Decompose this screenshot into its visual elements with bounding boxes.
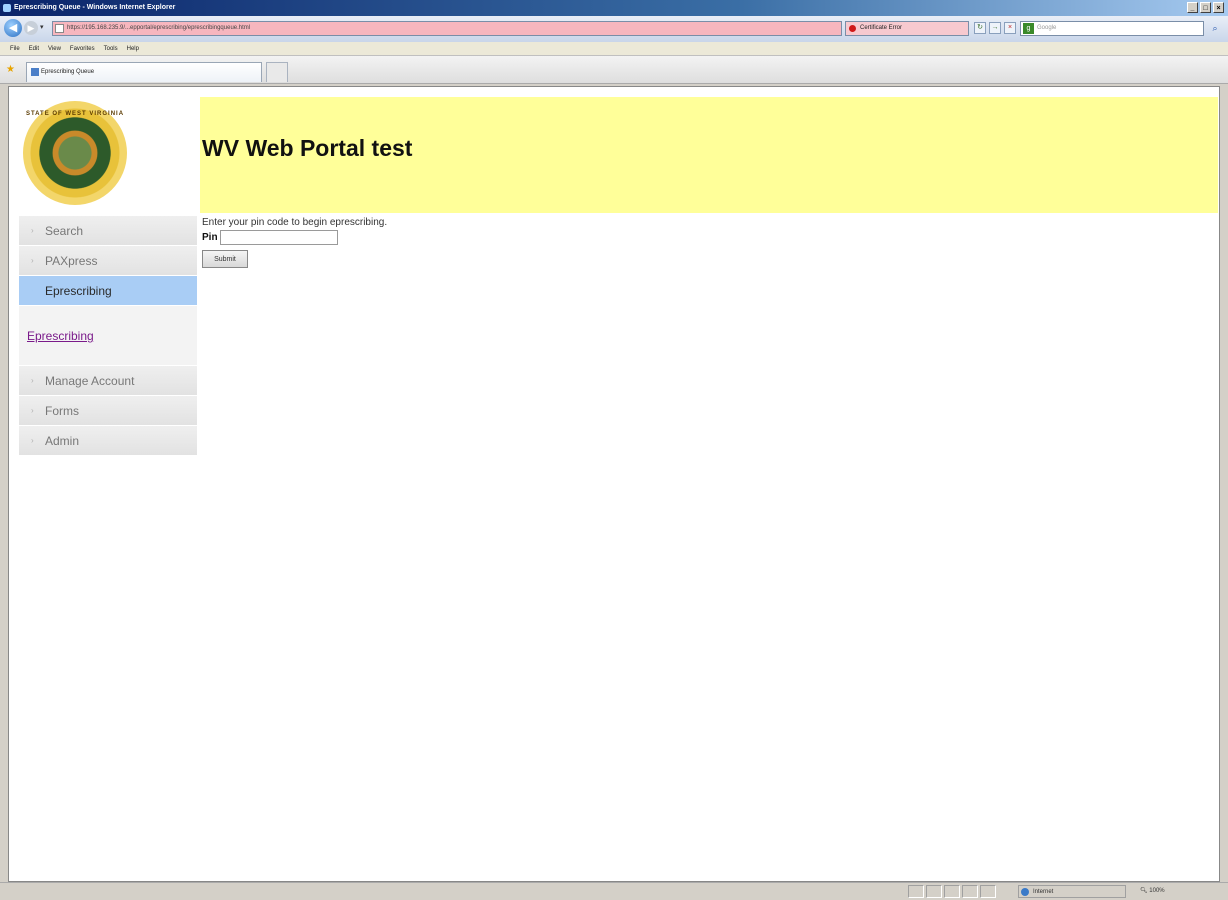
sidebar-item-label: Manage Account bbox=[45, 374, 135, 388]
sidebar-sublink-eprescribing[interactable]: Eprescribing bbox=[27, 329, 94, 343]
status-cell bbox=[908, 885, 924, 898]
address-tools: ↻ → × bbox=[974, 22, 1016, 34]
status-cell bbox=[926, 885, 942, 898]
window-title: Eprescribing Queue - Windows Internet Ex… bbox=[14, 4, 176, 11]
pin-form: Enter your pin code to begin eprescribin… bbox=[202, 217, 387, 268]
bullet-icon: › bbox=[31, 376, 34, 385]
sidebar-item-search[interactable]: › Search bbox=[19, 216, 197, 246]
recent-pages-dropdown[interactable]: ▾ bbox=[40, 23, 44, 31]
menu-view[interactable]: View bbox=[48, 42, 61, 55]
status-cells bbox=[908, 885, 996, 898]
sidebar-nav: › Search › PAXpress › Eprescribing Epres… bbox=[19, 216, 197, 456]
sidebar-item-eprescribing[interactable]: › Eprescribing bbox=[19, 276, 197, 306]
menu-favorites[interactable]: Favorites bbox=[70, 42, 95, 55]
search-input[interactable]: g Google bbox=[1020, 21, 1204, 36]
window-titlebar: Eprescribing Queue - Windows Internet Ex… bbox=[0, 0, 1228, 16]
search-provider-icon: g bbox=[1023, 23, 1034, 34]
menu-edit[interactable]: Edit bbox=[29, 42, 39, 55]
sidebar-submenu: Eprescribing bbox=[19, 306, 197, 366]
maximize-button[interactable]: □ bbox=[1200, 2, 1211, 13]
sidebar-item-label: Search bbox=[45, 224, 84, 238]
certificate-error-button[interactable]: Certificate Error bbox=[845, 21, 969, 36]
page-header: WV Web Portal test bbox=[200, 97, 1218, 213]
page-title: WV Web Portal test bbox=[202, 135, 413, 161]
pin-prompt: Enter your pin code to begin eprescribin… bbox=[202, 217, 388, 228]
status-bar: Internet 🔍︎ 100% bbox=[0, 882, 1228, 900]
tab-title: Eprescribing Queue bbox=[41, 69, 95, 75]
back-button[interactable]: ◀ bbox=[4, 19, 22, 37]
shield-error-icon bbox=[849, 25, 856, 32]
sidebar-item-manage-account[interactable]: › Manage Account bbox=[19, 366, 197, 396]
status-cell bbox=[962, 885, 978, 898]
new-tab-button[interactable] bbox=[266, 62, 288, 82]
forward-button[interactable]: ▶ bbox=[24, 21, 38, 35]
stop-icon[interactable]: × bbox=[1004, 22, 1016, 34]
sidebar-item-paxpress[interactable]: › PAXpress bbox=[19, 246, 197, 276]
sidebar-item-label: Eprescribing bbox=[45, 284, 112, 298]
sidebar-item-forms[interactable]: › Forms bbox=[19, 396, 197, 426]
menu-tools[interactable]: Tools bbox=[104, 42, 118, 55]
go-icon[interactable]: → bbox=[989, 22, 1001, 34]
state-seal-logo: STATE OF WEST VIRGINIA bbox=[23, 101, 127, 205]
menu-file[interactable]: File bbox=[10, 42, 20, 55]
page-icon bbox=[55, 24, 64, 33]
pin-label: Pin bbox=[202, 232, 218, 243]
address-toolbar: ◀ ▶ ▾ https://195.168.235.9/...epportal/… bbox=[0, 16, 1228, 42]
status-cell bbox=[980, 885, 996, 898]
seal-text: STATE OF WEST VIRGINIA bbox=[25, 111, 125, 117]
bullet-icon: › bbox=[31, 256, 34, 265]
sidebar-item-label: PAXpress bbox=[45, 254, 98, 268]
submit-button[interactable]: Submit bbox=[202, 250, 248, 268]
globe-icon bbox=[1021, 888, 1029, 896]
bullet-icon: › bbox=[31, 406, 34, 415]
status-cell bbox=[944, 885, 960, 898]
menu-bar: File Edit View Favorites Tools Help bbox=[0, 42, 1228, 56]
page-viewport: STATE OF WEST VIRGINIA WV Web Portal tes… bbox=[8, 86, 1220, 882]
sidebar-item-label: Admin bbox=[45, 434, 80, 448]
tab-bar: ★ Eprescribing Queue bbox=[0, 56, 1228, 84]
pin-row: Pin bbox=[202, 230, 387, 245]
address-text: https://195.168.235.9/...epportal/epresc… bbox=[67, 25, 251, 31]
minimize-button[interactable]: _ bbox=[1187, 2, 1198, 13]
sidebar-item-admin[interactable]: › Admin bbox=[19, 426, 197, 456]
security-zone[interactable]: Internet bbox=[1018, 885, 1126, 898]
menu-help[interactable]: Help bbox=[127, 42, 139, 55]
sidebar-item-label: Forms bbox=[45, 404, 79, 418]
search-icon[interactable]: ⌕ bbox=[1206, 21, 1224, 36]
certificate-label: Certificate Error bbox=[860, 25, 903, 31]
tab-page-icon bbox=[31, 68, 39, 76]
close-button[interactable]: × bbox=[1213, 2, 1224, 13]
bullet-icon: › bbox=[31, 286, 34, 295]
zoom-icon: 🔍︎ bbox=[1140, 888, 1148, 894]
favorites-star-icon[interactable]: ★ bbox=[6, 64, 15, 75]
zoom-level: 100% bbox=[1149, 888, 1165, 894]
zone-label: Internet bbox=[1033, 889, 1054, 895]
window-controls: _ □ × bbox=[1187, 2, 1224, 13]
ie-icon bbox=[3, 4, 11, 12]
tab-eprescribing-queue[interactable]: Eprescribing Queue bbox=[26, 62, 262, 82]
bullet-icon: › bbox=[31, 226, 34, 235]
address-input[interactable]: https://195.168.235.9/...epportal/epresc… bbox=[52, 21, 842, 36]
pin-input[interactable] bbox=[219, 230, 338, 245]
search-placeholder: Google bbox=[1037, 25, 1057, 31]
zoom-control[interactable]: 🔍︎ 100% bbox=[1140, 885, 1165, 898]
refresh-icon[interactable]: ↻ bbox=[974, 22, 986, 34]
bullet-icon: › bbox=[31, 436, 34, 445]
